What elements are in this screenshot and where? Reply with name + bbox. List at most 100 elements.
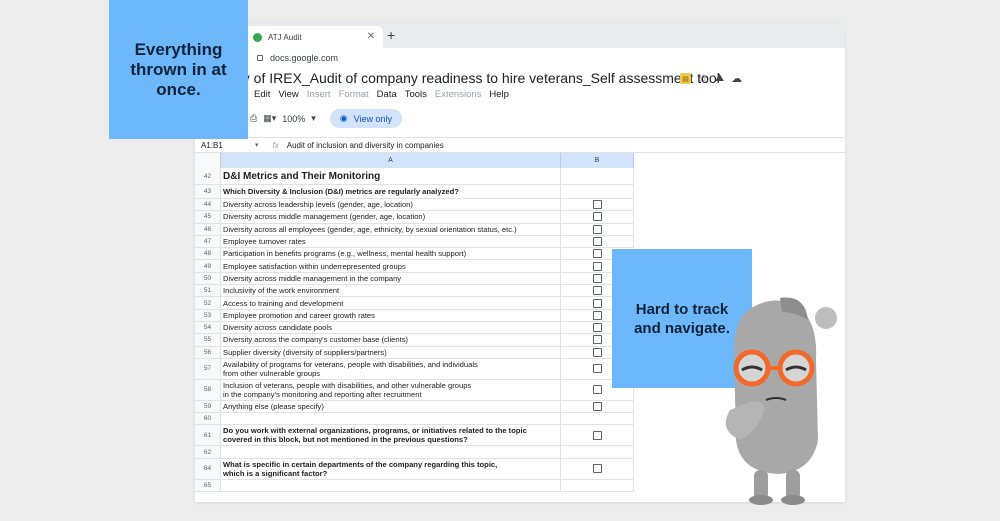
cell-a[interactable]: Diversity across candidate pools (221, 321, 561, 334)
row-number[interactable]: 61 (195, 425, 221, 446)
row-number[interactable]: 52 (195, 297, 221, 309)
cell-b[interactable] (561, 446, 634, 458)
row-number[interactable]: 48 (195, 248, 221, 260)
checkbox[interactable] (592, 200, 602, 210)
checkbox[interactable] (592, 212, 602, 222)
row-number[interactable]: 49 (195, 260, 221, 272)
row-number[interactable]: 58 (195, 379, 221, 400)
column-header-b[interactable]: B (561, 153, 634, 168)
checkbox[interactable] (592, 273, 602, 283)
cloud-status-icon[interactable]: ☁ (731, 72, 742, 85)
row-number[interactable]: 59 (195, 400, 221, 413)
checkbox[interactable] (592, 224, 602, 234)
browser-tab[interactable]: ATJ Audit ✕ (243, 26, 383, 48)
cell-a[interactable]: Inclusivity of the work environment (221, 285, 561, 297)
cell-b[interactable] (561, 425, 634, 446)
row-number[interactable]: 62 (195, 446, 221, 458)
checkbox[interactable] (592, 261, 602, 271)
cell-a[interactable]: Employee satisfaction within underrepres… (221, 260, 561, 272)
cell-a[interactable]: Diversity across middle management (gend… (221, 211, 561, 223)
row-number[interactable]: 42 (195, 168, 221, 184)
row-number[interactable]: 51 (195, 285, 221, 297)
close-tab-icon[interactable]: ✕ (367, 31, 375, 42)
cell-a[interactable]: Diversity across all employees (gender, … (221, 223, 561, 235)
row-number[interactable]: 45 (195, 211, 221, 223)
column-header-a[interactable]: A (221, 153, 561, 168)
checkbox[interactable] (592, 364, 602, 374)
menu-item-edit[interactable]: Edit (254, 89, 270, 100)
name-box-chevron-down-icon[interactable]: ▾ (255, 141, 259, 149)
cell-a[interactable]: Participation in benefits programs (e.g.… (221, 248, 561, 260)
cell-a[interactable]: Anything else (please specify) (221, 400, 561, 413)
cell-b[interactable] (561, 168, 634, 184)
print-icon[interactable]: ⎙ (250, 113, 257, 124)
checkbox[interactable] (592, 286, 602, 296)
checkbox[interactable] (592, 335, 602, 345)
cell-a[interactable] (221, 446, 561, 458)
cell-a[interactable]: Which Diversity & Inclusion (D&I) metric… (221, 185, 561, 198)
cell-a[interactable] (221, 413, 561, 425)
row-number[interactable]: 57 (195, 358, 221, 379)
row-number[interactable]: 46 (195, 223, 221, 235)
row-number[interactable]: 53 (195, 309, 221, 321)
cell-a[interactable]: Diversity across the company's customer … (221, 334, 561, 346)
site-info-icon[interactable] (257, 55, 263, 61)
cell-b[interactable] (561, 185, 634, 198)
row-number[interactable]: 55 (195, 334, 221, 346)
drive-icon[interactable]: ⛰ (715, 72, 724, 85)
name-box[interactable]: A1:B1 (195, 141, 255, 150)
star-icon[interactable]: ☆ (698, 72, 708, 85)
checkbox[interactable] (592, 323, 602, 333)
cell-b[interactable] (561, 458, 634, 479)
new-tab-icon[interactable]: + (387, 27, 395, 43)
menu-item-tools[interactable]: Tools (405, 89, 427, 100)
cell-a[interactable]: Access to training and development (221, 297, 561, 309)
cell-b[interactable] (561, 223, 634, 235)
checkbox[interactable] (592, 402, 602, 411)
cell-a[interactable]: Diversity across leadership levels (gend… (221, 199, 561, 211)
menu-item-data[interactable]: Data (377, 89, 397, 100)
row-number[interactable]: 43 (195, 185, 221, 198)
cell-a[interactable]: Diversity across middle management in th… (221, 272, 561, 285)
checkbox[interactable] (592, 347, 602, 357)
menu-item-insert[interactable]: Insert (307, 89, 331, 100)
checkbox[interactable] (592, 310, 602, 320)
row-number[interactable]: 54 (195, 321, 221, 334)
formula-input[interactable]: Audit of inclusion and diversity in comp… (287, 141, 444, 150)
row-number[interactable]: 44 (195, 199, 221, 211)
select-all-corner[interactable] (195, 153, 221, 168)
cell-a[interactable]: Employee turnover rates (221, 235, 561, 248)
shared-badge-icon[interactable]: ▤ (680, 73, 691, 84)
checkbox[interactable] (592, 237, 602, 247)
row-number[interactable]: 65 (195, 479, 221, 492)
cell-a[interactable]: What is specific in certain departments … (221, 458, 561, 479)
menu-item-extensions[interactable]: Extensions (435, 89, 481, 100)
paint-format-icon[interactable]: ▦▾ (263, 113, 276, 124)
cell-a[interactable]: Supplier diversity (diversity of supplie… (221, 346, 561, 358)
row-number[interactable]: 47 (195, 235, 221, 248)
cell-b[interactable] (561, 199, 634, 211)
cell-b[interactable] (561, 235, 634, 248)
zoom-chevron-down-icon[interactable]: ▾ (311, 113, 316, 124)
view-only-button[interactable]: ◉ View only (329, 109, 403, 128)
cell-a[interactable]: Do you work with external organizations,… (221, 425, 561, 446)
cell-b[interactable] (561, 400, 634, 413)
cell-b[interactable] (561, 479, 634, 492)
row-number[interactable]: 60 (195, 413, 221, 425)
cell-a[interactable]: Inclusion of veterans, people with disab… (221, 379, 561, 400)
menu-item-view[interactable]: View (278, 89, 298, 100)
cell-b[interactable] (561, 413, 634, 425)
row-number[interactable]: 64 (195, 458, 221, 479)
menu-item-format[interactable]: Format (339, 89, 369, 100)
cell-a[interactable]: Employee promotion and career growth rat… (221, 309, 561, 321)
zoom-select[interactable]: 100% (282, 114, 305, 124)
row-number[interactable]: 56 (195, 346, 221, 358)
row-number[interactable]: 50 (195, 272, 221, 285)
cell-a[interactable] (221, 479, 561, 492)
checkbox[interactable] (592, 385, 602, 395)
address-bar[interactable]: docs.google.com (195, 48, 845, 68)
checkbox[interactable] (592, 298, 602, 308)
menu-item-help[interactable]: Help (489, 89, 509, 100)
checkbox[interactable] (592, 464, 602, 474)
checkbox[interactable] (592, 249, 602, 259)
